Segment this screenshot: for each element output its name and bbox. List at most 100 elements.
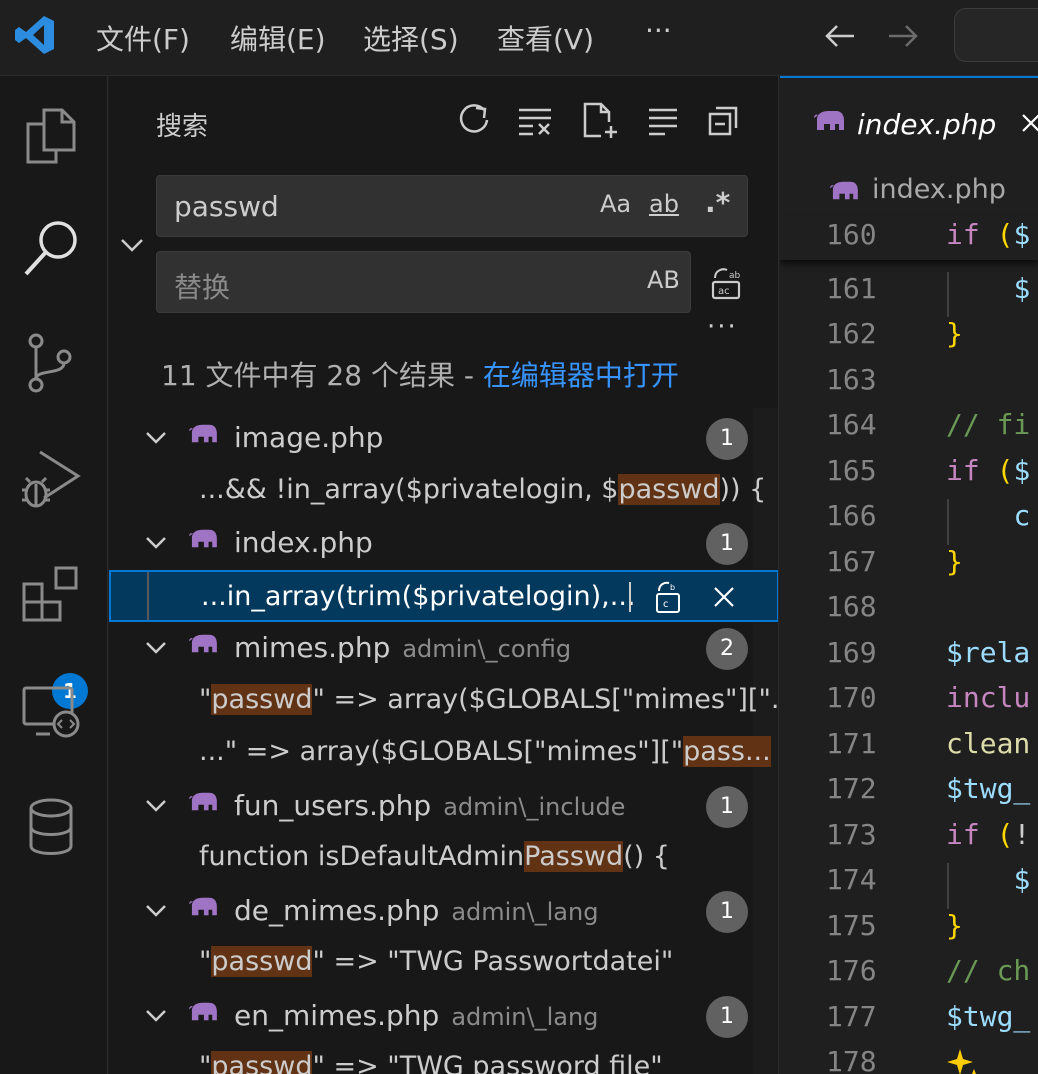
code-line: 171 clean — [780, 727, 1038, 773]
run-debug-icon[interactable] — [20, 446, 82, 510]
code-line: 166 c — [780, 499, 1038, 545]
replace-input[interactable]: 替换 AB — [156, 251, 691, 313]
result-match-row[interactable]: "passwd" => "TWG password file" — [109, 1042, 778, 1074]
code-token: clean — [946, 726, 1031, 760]
code-token: if — [946, 453, 980, 487]
back-arrow-icon[interactable] — [822, 18, 858, 54]
php-file-icon — [189, 424, 217, 443]
chevron-down-icon[interactable] — [144, 428, 168, 448]
code-token: $rela — [946, 635, 1031, 669]
chevron-down-icon[interactable] — [144, 796, 168, 816]
code-text: $rela — [946, 636, 1030, 669]
result-file-row[interactable]: mimes.php admin\_config 2 — [109, 622, 778, 674]
remote-explorer-icon[interactable] — [20, 682, 84, 744]
database-icon[interactable] — [20, 796, 82, 858]
code-token: $ — [1013, 863, 1031, 896]
result-file-row[interactable]: de_mimes.php admin\_lang 1 — [109, 885, 778, 937]
line-number: 170 — [826, 681, 877, 714]
code-line: 167} — [780, 545, 1038, 591]
menu-edit[interactable]: 编辑(E) — [230, 18, 326, 58]
result-match-row[interactable]: "passwd" => "TWG Passwortdatei" — [109, 937, 778, 989]
forward-arrow-icon[interactable] — [885, 18, 921, 54]
result-file-row[interactable]: en_mimes.php admin\_lang 1 — [109, 990, 778, 1042]
menu-file[interactable]: 文件(F) — [96, 18, 190, 58]
indent-guide — [947, 271, 949, 317]
code-text: if ($ — [946, 454, 1030, 487]
code-token: } — [946, 317, 963, 350]
chevron-down-icon[interactable] — [144, 533, 168, 553]
match-prefix: ...in_array(trim($privatelogin),... — [201, 580, 636, 612]
result-file-name: index.php — [234, 526, 385, 559]
preserve-case-toggle[interactable]: AB — [647, 266, 680, 294]
new-search-editor-icon[interactable] — [581, 102, 619, 140]
line-number: 178 — [826, 1045, 877, 1074]
open-in-editor-link[interactable]: 在编辑器中打开 — [483, 359, 679, 392]
close-tab-icon[interactable] — [1020, 112, 1038, 134]
menu-view[interactable]: 查看(V) — [497, 18, 594, 58]
breadcrumb-file[interactable]: index.php — [872, 174, 1006, 205]
menu-more[interactable]: ··· — [645, 14, 672, 47]
editor-area: index.php index.php 160if ($161 $162}163… — [780, 76, 1038, 1074]
code-line: 173 if (! — [780, 818, 1038, 864]
code-line: 165 if ($ — [780, 454, 1038, 500]
code-token: // fi — [946, 408, 1031, 441]
result-match-row[interactable]: ...&& !in_array($privatelogin, $passwd))… — [109, 465, 778, 517]
chevron-down-icon[interactable] — [144, 1006, 168, 1026]
search-input[interactable]: passwd Aa ab .* — [156, 175, 748, 237]
more-actions-button[interactable]: ··· — [707, 312, 738, 342]
line-number: 163 — [826, 362, 877, 396]
whole-word-toggle[interactable]: ab — [649, 190, 679, 218]
result-file-row[interactable]: image.php 1 — [109, 412, 778, 464]
result-file-path: admin\_lang — [451, 897, 599, 926]
explorer-icon[interactable] — [20, 104, 80, 164]
code-text: } — [946, 545, 963, 578]
result-file-row[interactable]: fun_users.php admin\_include 1 — [109, 780, 778, 832]
breadcrumb: index.php — [780, 166, 1038, 216]
match-prefix: " — [199, 1051, 212, 1074]
collapse-all-icon[interactable] — [706, 102, 742, 138]
line-number: 167 — [826, 544, 877, 578]
source-control-icon[interactable] — [20, 331, 80, 397]
match-prefix: function isDefaultAdmin — [199, 841, 525, 872]
editor-tab-index-php[interactable]: index.php — [780, 76, 1038, 164]
refresh-icon[interactable] — [456, 102, 492, 138]
command-center[interactable] — [954, 8, 1038, 62]
line-number: 177 — [826, 999, 877, 1033]
chevron-down-icon[interactable] — [144, 638, 168, 658]
line-number: 175 — [826, 908, 877, 942]
extensions-icon[interactable] — [20, 564, 82, 626]
regex-toggle[interactable]: .* — [705, 186, 730, 219]
replace-icon[interactable]: bc — [654, 579, 684, 615]
result-match-row[interactable]: "passwd" => array($GLOBALS["mimes"]["... — [109, 675, 778, 727]
chevron-down-icon[interactable] — [144, 901, 168, 921]
menu-selection[interactable]: 选择(S) — [363, 18, 459, 58]
result-match-row[interactable]: function isDefaultAdminPasswd() { — [109, 832, 778, 884]
code-line: 169 $rela — [780, 636, 1038, 682]
match-highlight: pass... — [683, 736, 771, 767]
result-file-row[interactable]: index.php 1 — [109, 517, 778, 569]
toggle-replace-chevron-icon[interactable] — [119, 234, 145, 256]
text-cursor — [629, 581, 631, 612]
search-icon[interactable] — [20, 216, 84, 280]
php-file-icon — [189, 1002, 217, 1020]
line-number: 166 — [826, 499, 877, 532]
view-as-tree-icon[interactable] — [645, 102, 681, 138]
match-prefix: ...&& !in_array($privatelogin, $ — [199, 473, 619, 505]
replace-all-icon[interactable]: ab ac — [709, 266, 743, 302]
result-match-row-selected[interactable]: ...in_array(trim($privatelogin),... b c — [109, 569, 778, 622]
svg-text:c: c — [663, 599, 669, 610]
dismiss-result-icon[interactable] — [713, 586, 735, 608]
match-case-toggle[interactable]: Aa — [600, 190, 631, 218]
code-line: 164 // fi — [780, 408, 1038, 454]
sticky-scroll-header[interactable]: 160 if ($ — [780, 216, 1038, 260]
clear-results-icon[interactable] — [517, 102, 555, 138]
match-prefix: " — [199, 946, 212, 977]
result-match-row[interactable]: ..." => array($GLOBALS["mimes"]["pass... — [109, 727, 778, 779]
result-file-path: admin\_config — [402, 635, 572, 663]
match-prefix: " — [199, 683, 212, 715]
line-number: 162 — [826, 317, 877, 350]
copilot-sparkle-icon[interactable] — [946, 1047, 982, 1074]
svg-text:ac: ac — [718, 286, 730, 297]
